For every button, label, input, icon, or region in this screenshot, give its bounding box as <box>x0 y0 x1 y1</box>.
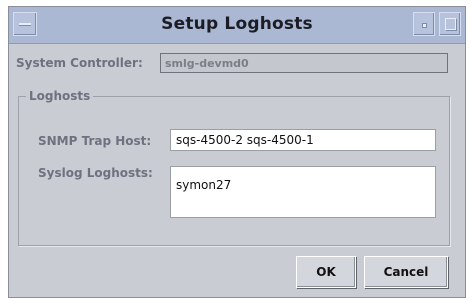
snmp-trap-host-input[interactable] <box>170 129 436 151</box>
system-controller-field: smlg-devmd0 <box>160 53 448 73</box>
loghosts-group-label: Loghosts <box>26 89 94 103</box>
minimize-icon[interactable] <box>413 12 435 36</box>
maximize-box <box>445 18 456 30</box>
system-controller-label: System Controller: <box>16 56 143 70</box>
syslog-loghosts-label: Syslog Loghosts: <box>38 166 153 180</box>
window-title: Setup Loghosts <box>161 14 313 34</box>
syslog-loghosts-textarea[interactable]: symon27 <box>170 166 436 218</box>
snmp-trap-host-label: SNMP Trap Host: <box>38 134 152 148</box>
ok-button[interactable]: OK <box>296 256 356 288</box>
minimize-dot <box>422 23 427 28</box>
maximize-icon[interactable] <box>439 12 461 36</box>
title-bar[interactable]: Setup Loghosts <box>9 7 465 44</box>
cancel-button[interactable]: Cancel <box>364 256 448 288</box>
